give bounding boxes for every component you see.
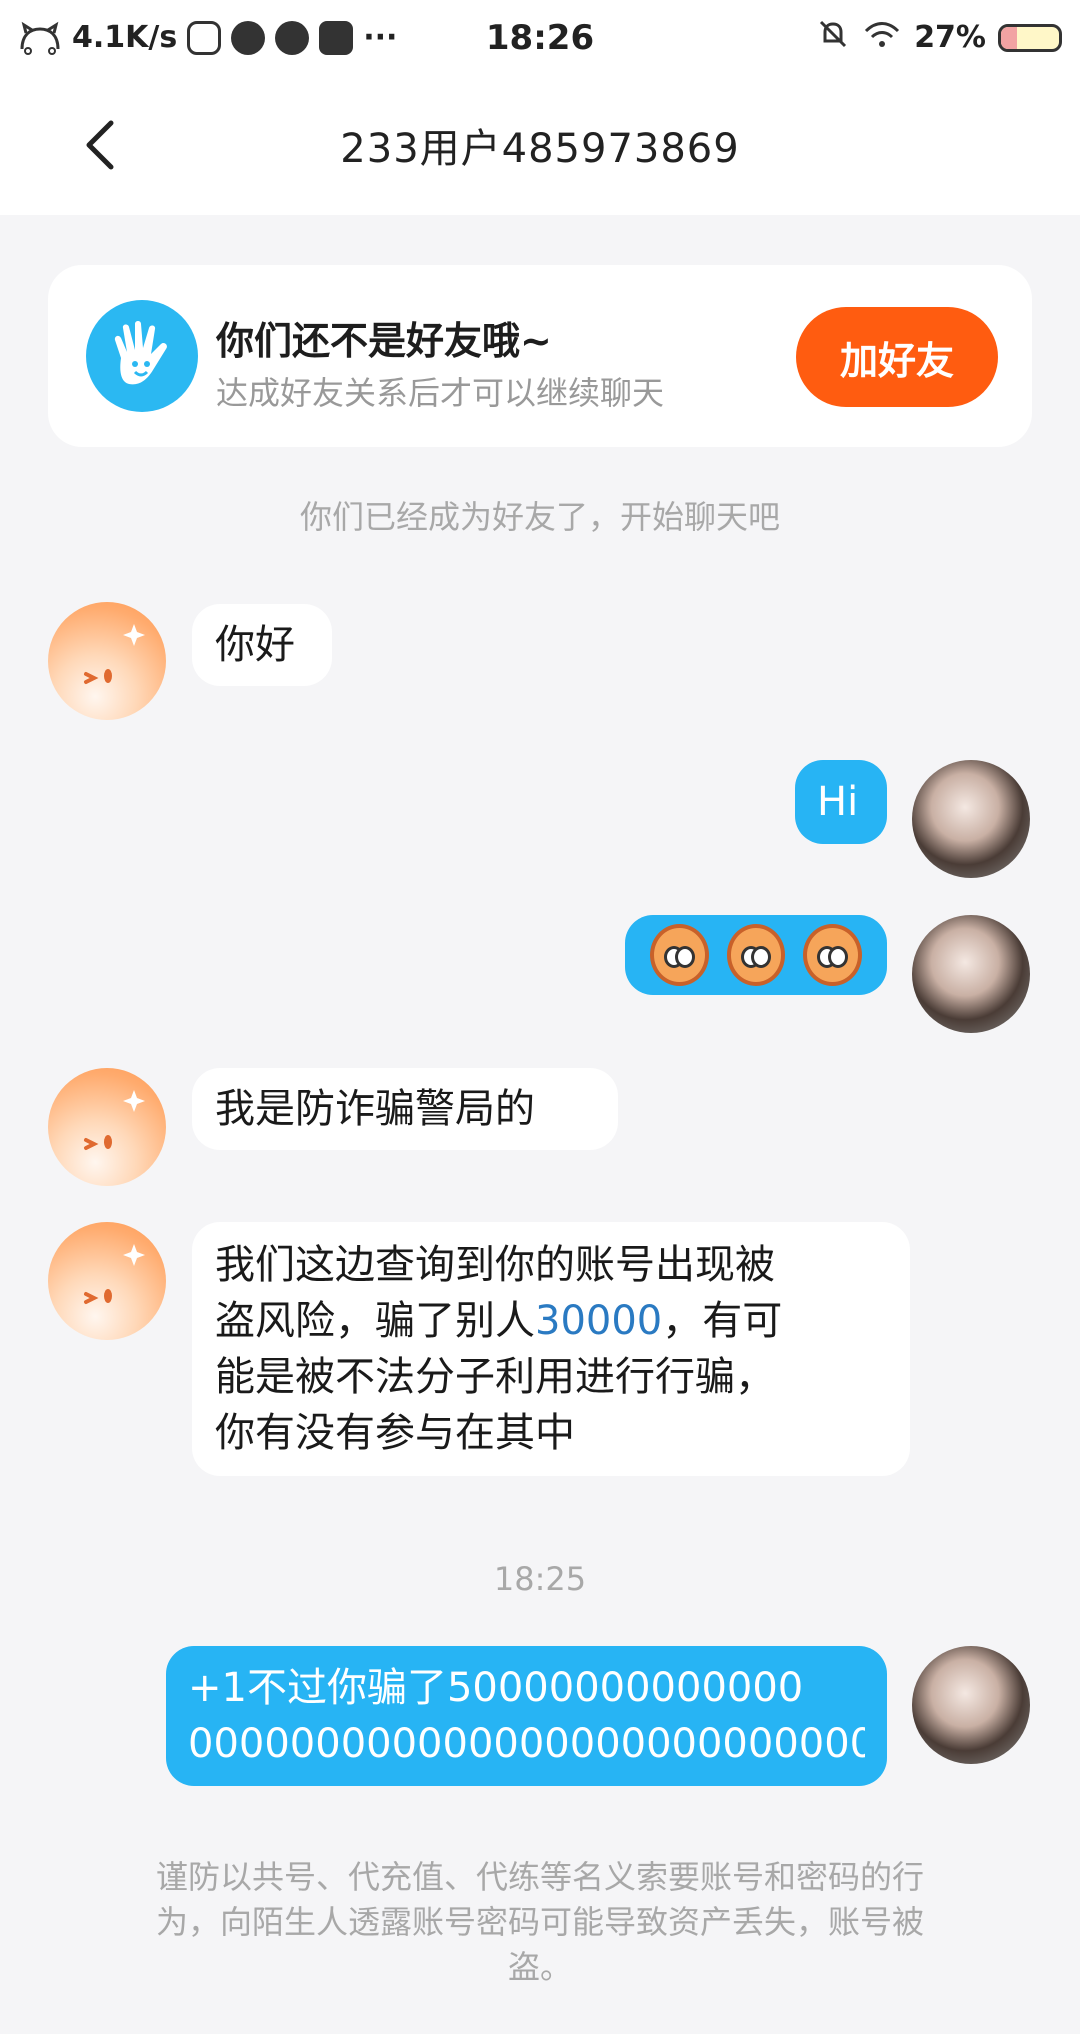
battery-level bbox=[1001, 26, 1017, 49]
system-note: 你们已经成为好友了，开始聊天吧 bbox=[299, 498, 780, 536]
contact-avatar[interactable] bbox=[48, 1068, 166, 1186]
message-bubble[interactable]: 我们这边查询到你的账号出现被 盗风险，骗了别人30000，有可 能是被不法分子利… bbox=[192, 1222, 910, 1476]
message-line: +1不过你骗了50000000000000 bbox=[188, 1665, 804, 1711]
message-text: 我是防诈骗警局的 bbox=[215, 1086, 535, 1132]
page-title: 233用户485973869 bbox=[340, 126, 740, 172]
wifi-signal-icon bbox=[862, 17, 902, 59]
my-avatar[interactable] bbox=[912, 760, 1030, 878]
message-bubble[interactable]: 我是防诈骗警局的 bbox=[192, 1068, 618, 1150]
contact-avatar[interactable] bbox=[48, 1222, 166, 1340]
emoji-message-bubble[interactable] bbox=[625, 915, 887, 995]
chipmunk-emoji-icon bbox=[726, 924, 786, 986]
message-text: 你好 bbox=[215, 622, 295, 668]
bell-muted-icon bbox=[816, 17, 850, 59]
battery-percent: 27% bbox=[914, 20, 986, 55]
message-line: 你有没有参与在其中 bbox=[215, 1410, 575, 1456]
message-timestamp: 18:25 bbox=[493, 1560, 587, 1598]
highlighted-number[interactable]: 30000 bbox=[535, 1298, 662, 1344]
my-avatar[interactable] bbox=[912, 915, 1030, 1033]
contact-avatar[interactable] bbox=[48, 602, 166, 720]
message-bubble[interactable]: Hi bbox=[795, 760, 887, 844]
play-icon bbox=[231, 20, 266, 55]
top-bar: 4.1K/s ··· 18:26 27% 233用户485973869 bbox=[0, 0, 1080, 215]
chipmunk-wink-emoji-icon bbox=[803, 924, 863, 986]
network-speed: 4.1K/s bbox=[72, 20, 178, 55]
more-notifications-icon: ··· bbox=[363, 20, 398, 55]
chevron-left-icon bbox=[86, 120, 114, 170]
my-avatar[interactable] bbox=[912, 1646, 1030, 1764]
friend-card-subtitle: 达成好友关系后才可以继续聊天 bbox=[216, 374, 665, 412]
message-bubble[interactable]: +1不过你骗了50000000000000 000000000000000000… bbox=[166, 1646, 887, 1786]
mail-icon bbox=[319, 20, 354, 55]
friend-card-title: 你们还不是好友哦~ bbox=[216, 319, 552, 363]
chat-header: 233用户485973869 bbox=[0, 75, 1080, 215]
message-text: Hi bbox=[817, 779, 859, 825]
cat-icon bbox=[18, 21, 62, 55]
pinwheel-icon bbox=[275, 20, 310, 55]
add-friend-button[interactable]: 加好友 bbox=[796, 307, 998, 407]
message-bubble[interactable]: 你好 bbox=[192, 604, 332, 686]
back-button[interactable] bbox=[70, 115, 130, 175]
chipmunk-emoji-icon bbox=[650, 924, 709, 986]
app-notification-icon bbox=[187, 20, 222, 55]
message-line: 0000000000000000000000000000 bbox=[188, 1721, 865, 1767]
not-friends-card: 你们还不是好友哦~ 达成好友关系后才可以继续聊天 加好友 bbox=[48, 265, 1032, 447]
security-warning: 谨防以共号、代充值、代练等名义索要账号和密码的行 为，向陌生人透露账号密码可能导… bbox=[155, 1858, 924, 1986]
message-line: 盗风险，骗了别人30000，有可 bbox=[215, 1298, 783, 1344]
battery-icon bbox=[998, 23, 1062, 52]
status-bar: 4.1K/s ··· 18:26 27% bbox=[0, 0, 1080, 75]
hand-wave-icon bbox=[86, 300, 198, 412]
message-line: 我们这边查询到你的账号出现被 bbox=[215, 1242, 775, 1288]
message-line: 能是被不法分子利用进行行骗， bbox=[215, 1354, 775, 1400]
